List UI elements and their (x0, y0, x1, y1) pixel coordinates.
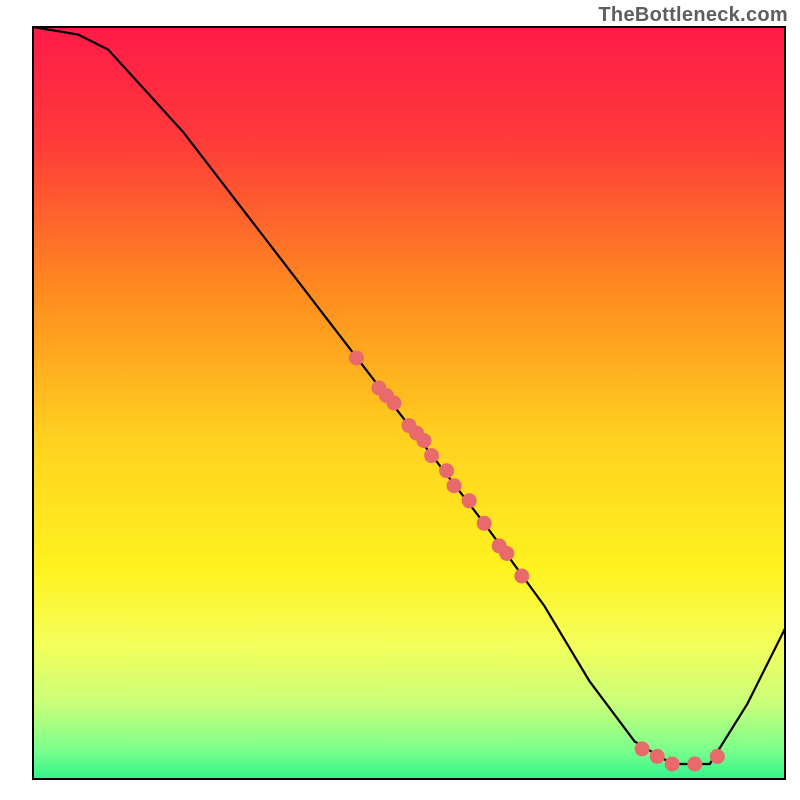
data-marker (710, 749, 725, 764)
plot-background (33, 27, 785, 779)
data-marker (447, 478, 462, 493)
data-marker (499, 546, 514, 561)
data-marker (439, 463, 454, 478)
data-marker (514, 569, 529, 584)
data-marker (650, 749, 665, 764)
watermark-text: TheBottleneck.com (598, 4, 788, 27)
data-marker (417, 433, 432, 448)
data-marker (387, 396, 402, 411)
chart-container: TheBottleneck.com (0, 0, 800, 800)
data-marker (635, 741, 650, 756)
data-marker (349, 350, 364, 365)
bottleneck-chart (0, 0, 800, 800)
data-marker (477, 516, 492, 531)
data-marker (665, 757, 680, 772)
data-marker (424, 448, 439, 463)
data-marker (687, 757, 702, 772)
data-marker (462, 493, 477, 508)
